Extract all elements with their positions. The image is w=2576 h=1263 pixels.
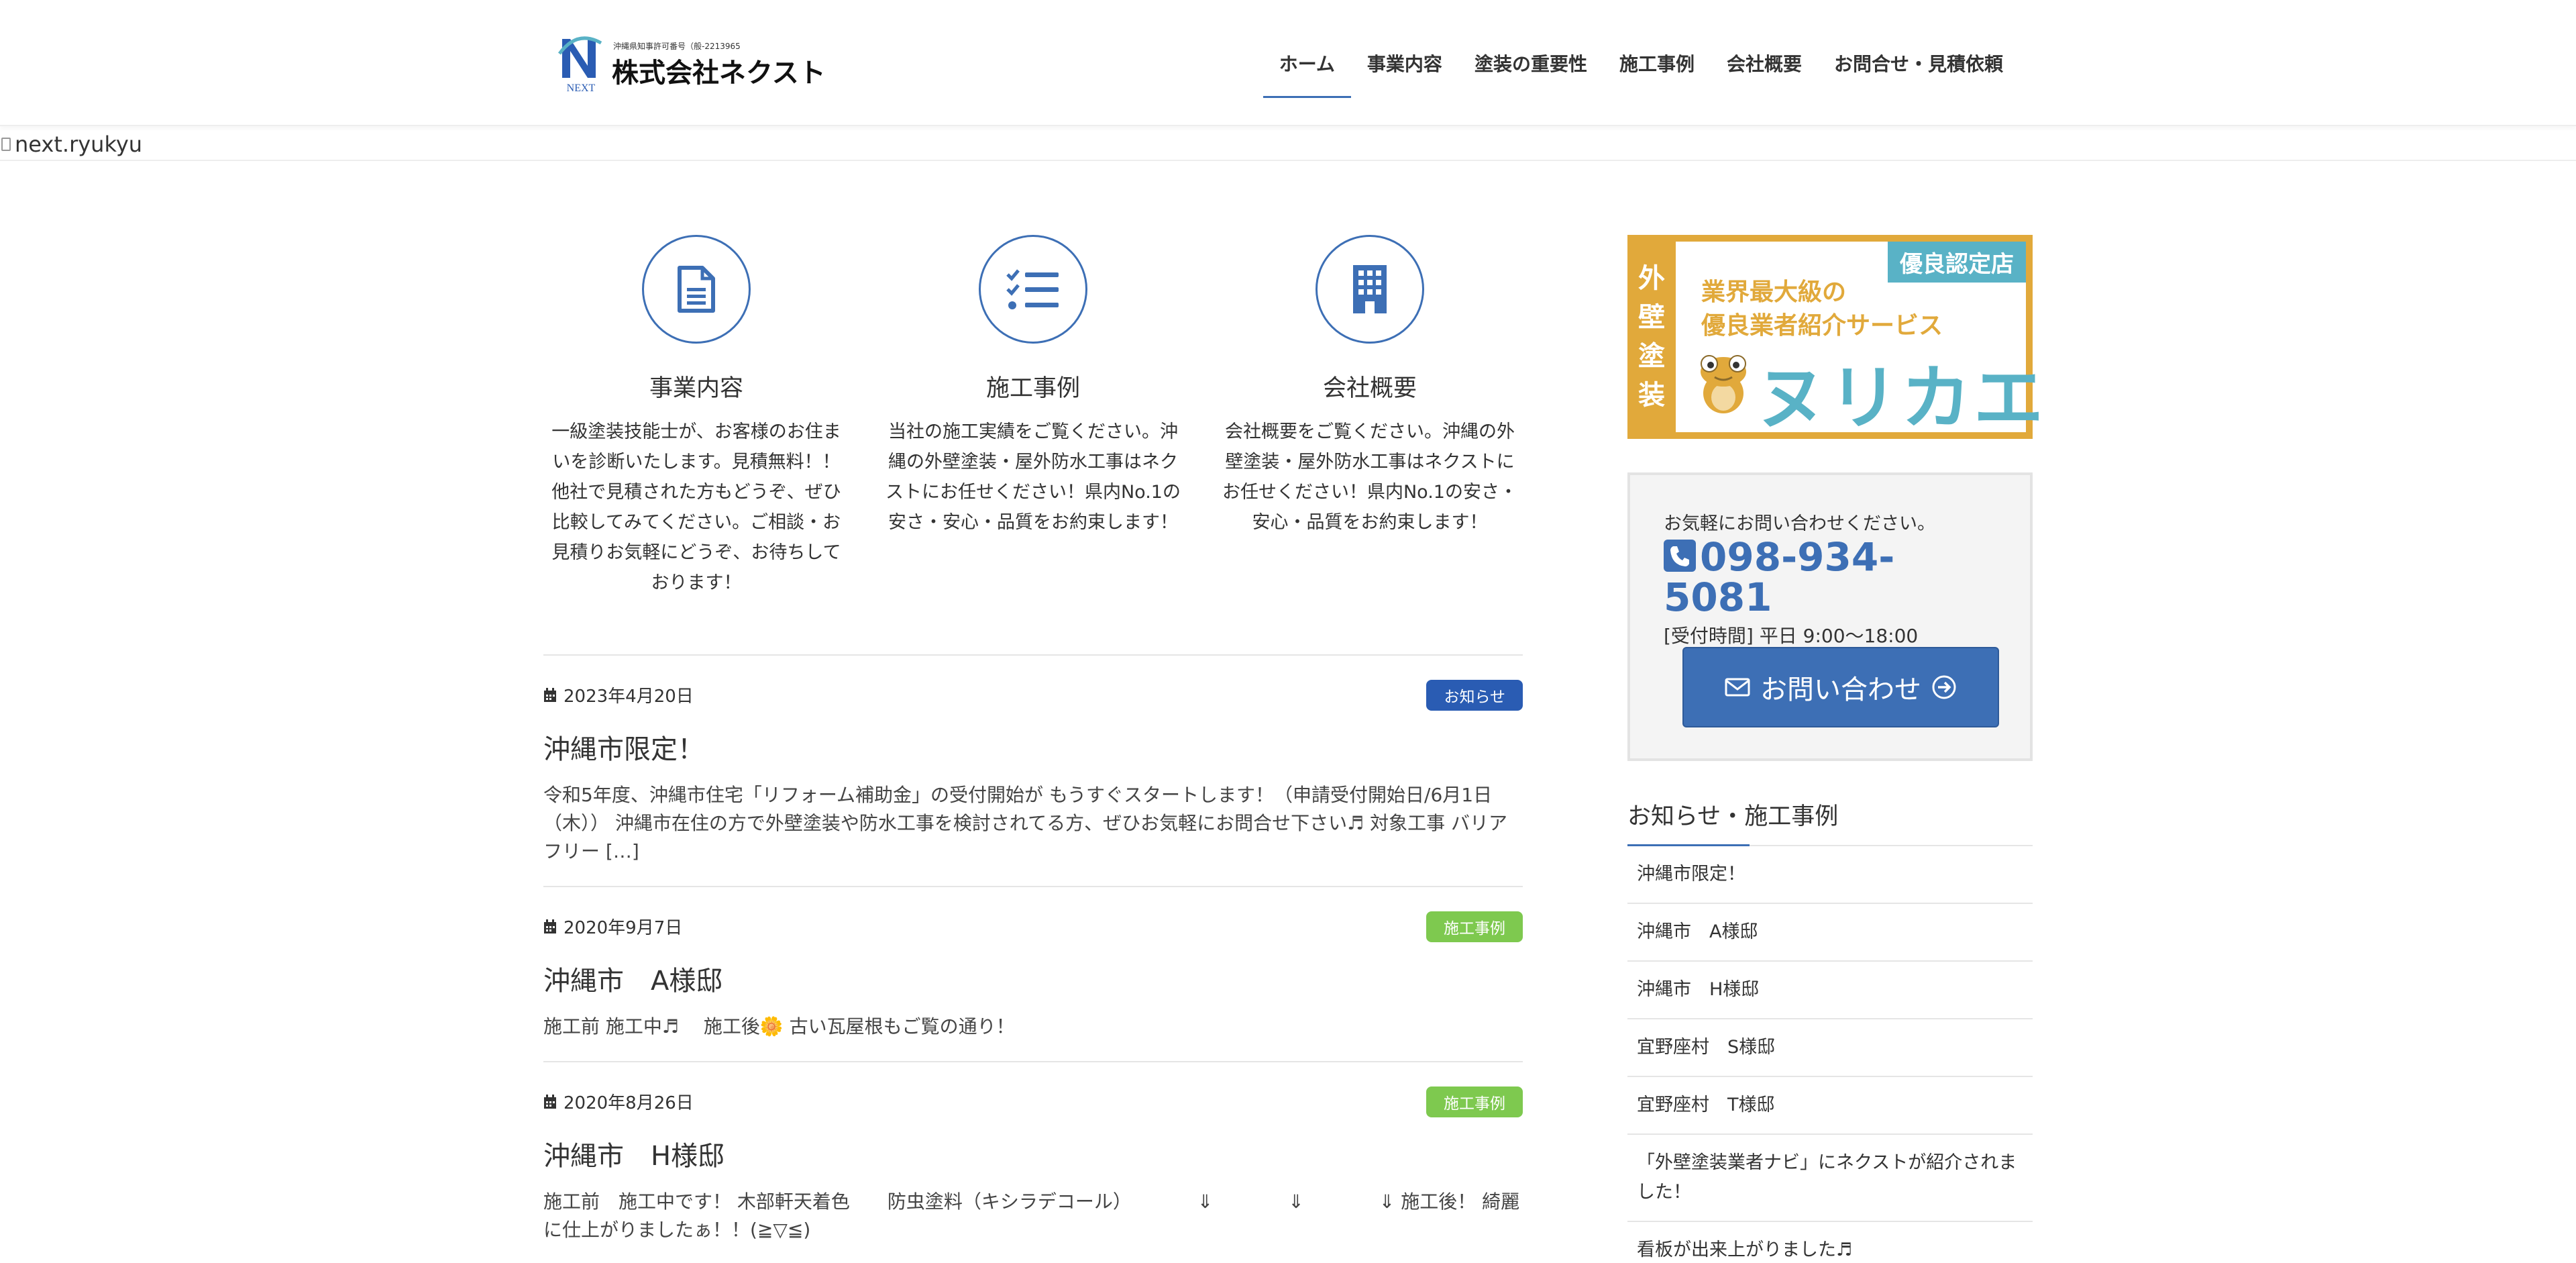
envelope-icon <box>1725 678 1750 697</box>
main-content: 事業内容 一級塗装技能士が、お客様のお住まいを診断いたします。見積無料！！他社で… <box>543 235 1523 1263</box>
feature-services[interactable]: 事業内容 一級塗装技能士が、お客様のお住まいを診断いたします。見積無料！！他社で… <box>543 235 849 598</box>
post-title[interactable]: 沖縄市限定！ <box>543 727 1523 766</box>
license-number: 沖縄県知事許可番号（般-2213965 <box>613 42 741 51</box>
hero-image-broken: next.ryukyu <box>0 129 2576 161</box>
business-hours: [受付時間] 平日 9:00〜18:00 <box>1664 625 1919 647</box>
calendar-icon <box>544 687 556 702</box>
phone-number[interactable]: 098-934-5081 <box>1664 537 1932 617</box>
feature-text: 会社概要をご覧ください。沖縄の外壁塗装・屋外防水工事はネクストにお任せください！… <box>1222 421 1517 533</box>
company-name: 株式会社ネクスト <box>612 58 826 89</box>
feature-works[interactable]: 施工事例 当社の施工実績をご覧ください。沖縄の外壁塗装・屋外防水工事はネクストに… <box>880 235 1186 598</box>
feature-company[interactable]: 会社概要 会社概要をご覧ください。沖縄の外壁塗装・屋外防水工事はネクストにお任せ… <box>1217 235 1523 598</box>
logo-mark-text: NEXT <box>567 83 596 94</box>
post-date-text: 2023年4月20日 <box>564 687 694 707</box>
feature-row: 事業内容 一級塗装技能士が、お客様のお住まいを診断いたします。見積無料！！他社で… <box>543 235 1523 598</box>
logo-mark-icon: NEXT <box>557 36 602 94</box>
post-excerpt: 施工前 施工中です！ 木部軒天着色 防虫塗料（キシラデコール） ⇓ ⇓ ⇓ 施工… <box>543 1191 1520 1241</box>
feature-circle[interactable] <box>642 235 751 344</box>
banner-brand: ヌリカエ <box>1756 357 2047 439</box>
checklist-icon <box>1006 269 1059 309</box>
feature-title[interactable]: 会社概要 <box>1217 369 1523 403</box>
banner-line-1: 業界最大級の <box>1701 279 1847 306</box>
category-badge[interactable]: 施工事例 <box>1426 911 1523 942</box>
recent-post-link[interactable]: 宜野座村 S様邸 <box>1627 1019 2033 1077</box>
recent-post-link[interactable]: 沖縄市 H様邸 <box>1627 962 2033 1019</box>
contact-button[interactable]: お問い合わせ <box>1682 647 1999 727</box>
building-icon <box>1353 265 1387 313</box>
feature-title[interactable]: 施工事例 <box>880 369 1186 403</box>
broken-image-icon <box>1 138 11 151</box>
post-date: 2020年9月7日 <box>543 914 1523 939</box>
main-nav: ホーム 事業内容 塗装の重要性 施工事例 会社概要 お問合せ・見積依頼 <box>1263 0 2019 126</box>
recent-post-link[interactable]: 沖縄市限定！ <box>1627 846 2033 904</box>
post-date: 2023年4月20日 <box>543 683 1523 707</box>
post-item[interactable]: 2020年9月7日 施工事例 沖縄市 A様邸 施工前 施工中♬ 施工後🌼 古い瓦… <box>543 887 1523 1062</box>
recent-post-link[interactable]: 「外壁塗装業者ナビ」にネクストが紹介されました！ <box>1627 1135 2033 1222</box>
contact-button-label[interactable]: お問い合わせ <box>1760 668 1921 707</box>
category-badge[interactable]: 施工事例 <box>1426 1087 1523 1117</box>
nav-contact[interactable]: お問合せ・見積依頼 <box>1818 0 2019 126</box>
post-date-text: 2020年8月26日 <box>564 1093 694 1113</box>
banner-line-2: 優良業者紹介サービス <box>1701 312 1943 340</box>
post-title[interactable]: 沖縄市 H様邸 <box>543 1134 1523 1173</box>
contact-lead: お気軽にお問い合わせください。 <box>1664 513 1935 534</box>
banner-ribbon: 優良認定店 <box>1888 242 2026 283</box>
feature-circle[interactable] <box>1316 235 1424 344</box>
post-list: 2023年4月20日 お知らせ 沖縄市限定！ 令和5年度、沖縄市住宅「リフォーム… <box>543 654 1523 1263</box>
post-excerpt: 令和5年度、沖縄市住宅「リフォーム補助金」の受付開始が もうすぐスタートします！… <box>543 784 1507 862</box>
post-item[interactable]: 2023年4月20日 お知らせ 沖縄市限定！ 令和5年度、沖縄市住宅「リフォーム… <box>543 656 1523 887</box>
phone-number-text[interactable]: 098-934-5081 <box>1664 534 1894 620</box>
site-logo[interactable]: NEXT 沖縄県知事許可番号（般-2213965 株式会社ネクスト <box>557 34 826 94</box>
post-date-text: 2020年9月7日 <box>564 918 683 938</box>
nurikae-banner[interactable]: 外 壁 塗 装 優良認定店 業界最大級の 優良業者紹介サービス ヌリカエ <box>1627 235 2043 439</box>
post-date: 2020年8月26日 <box>543 1089 1523 1114</box>
feature-text: 一級塗装技能士が、お客様のお住まいを診断いたします。見積無料！！他社で見積された… <box>551 421 841 593</box>
site-header: NEXT 沖縄県知事許可番号（般-2213965 株式会社ネクスト ホーム 事業… <box>0 0 2576 126</box>
sidebar: 外 壁 塗 装 優良認定店 業界最大級の 優良業者紹介サービス ヌリカエ お気軽… <box>1627 235 2043 1263</box>
nav-company[interactable]: 会社概要 <box>1711 0 1818 126</box>
phone-icon <box>1664 540 1696 572</box>
feature-title[interactable]: 事業内容 <box>543 369 849 403</box>
post-item[interactable]: 2020年8月26日 施工事例 沖縄市 H様邸 施工前 施工中です！ 木部軒天着… <box>543 1062 1523 1263</box>
recent-post-link[interactable]: 沖縄市 A様邸 <box>1627 904 2033 962</box>
calendar-icon <box>544 1094 556 1109</box>
hero-alt-text: next.ryukyu <box>15 132 143 157</box>
nav-home[interactable]: ホーム <box>1263 0 1352 126</box>
category-badge[interactable]: お知らせ <box>1426 680 1523 711</box>
widget-title: お知らせ・施工事例 <box>1627 797 2033 846</box>
arrow-circle-right-icon <box>1932 675 1956 699</box>
post-excerpt: 施工前 施工中♬ 施工後🌼 古い瓦屋根もご覧の通り！ <box>543 1015 1015 1038</box>
recent-post-link[interactable]: 宜野座村 T様邸 <box>1627 1077 2033 1135</box>
frog-mascot-icon <box>1701 355 1746 413</box>
post-title[interactable]: 沖縄市 A様邸 <box>543 959 1523 998</box>
calendar-icon <box>544 919 556 933</box>
recent-posts-list: 沖縄市限定！ 沖縄市 A様邸 沖縄市 H様邸 宜野座村 S様邸 宜野座村 T様邸… <box>1627 846 2033 1263</box>
banner-side-text: 外 壁 塗 装 <box>1638 263 1665 411</box>
banner-inner: 優良認定店 業界最大級の 優良業者紹介サービス ヌリカエ <box>1676 242 2043 439</box>
nav-services[interactable]: 事業内容 <box>1351 0 1458 126</box>
nav-works[interactable]: 施工事例 <box>1603 0 1711 126</box>
contact-box: お気軽にお問い合わせください。 098-934-5081 [受付時間] 平日 9… <box>1627 472 2033 761</box>
recent-post-link[interactable]: 看板が出来上がりました♬ <box>1627 1222 2033 1263</box>
feature-circle[interactable] <box>979 235 1087 344</box>
feature-text: 当社の施工実績をご覧ください。沖縄の外壁塗装・屋外防水工事はネクストにお任せくだ… <box>885 421 1181 533</box>
document-icon <box>678 266 715 313</box>
nav-importance[interactable]: 塗装の重要性 <box>1458 0 1603 126</box>
